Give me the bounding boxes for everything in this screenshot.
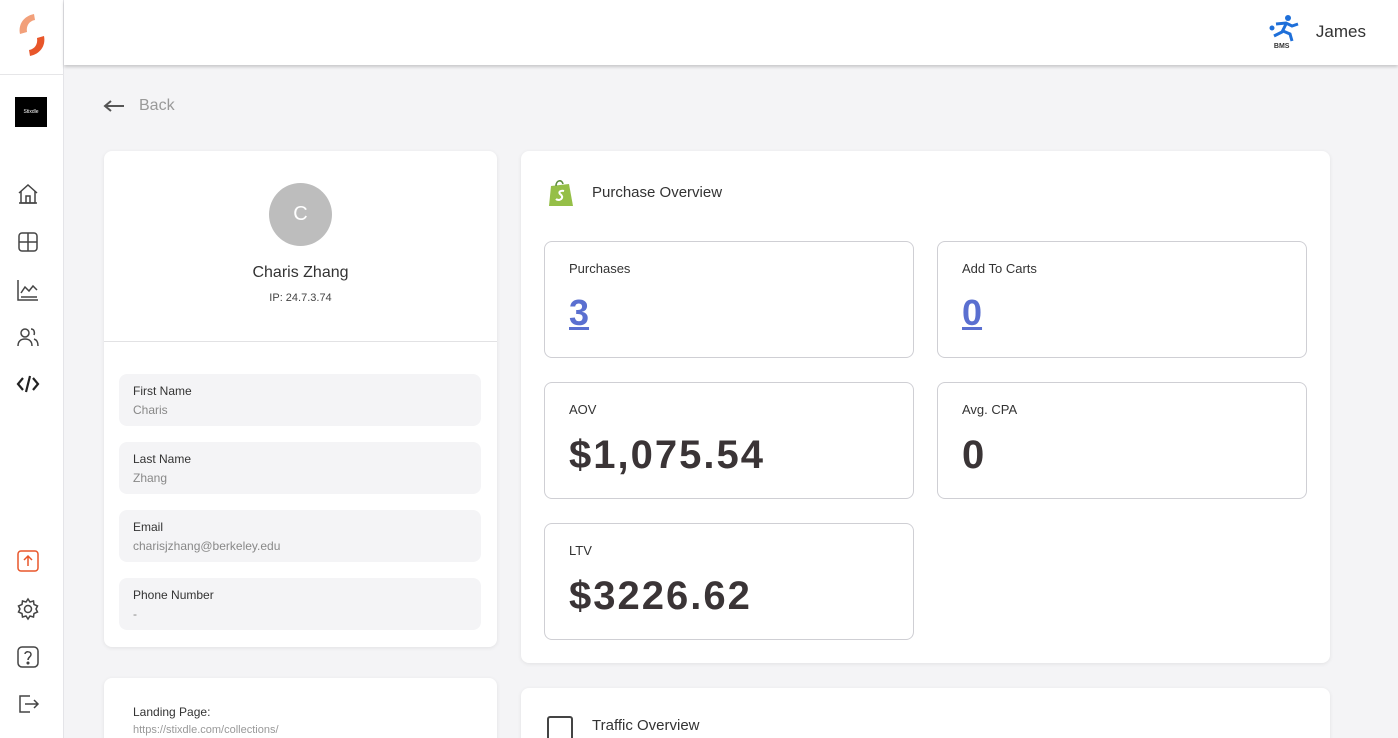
- profile-card: C Charis Zhang IP: 24.7.3.74 First Name …: [104, 151, 497, 647]
- field-label: Email: [133, 520, 164, 534]
- runner-icon: [1269, 15, 1299, 42]
- profile-name: Charis Zhang: [252, 264, 349, 281]
- user-logo-text: BMS: [1273, 43, 1290, 50]
- back-label: Back: [139, 97, 175, 114]
- user-menu[interactable]: BMS James: [1268, 14, 1366, 50]
- landing-page-card: Landing Page: https://stixdle.com/collec…: [104, 678, 497, 738]
- metric-label: LTV: [569, 543, 592, 558]
- avg-cpa-metric: Avg. CPA 0: [937, 382, 1307, 499]
- user-name[interactable]: James: [1316, 22, 1366, 42]
- traffic-overview-title: Traffic Overview: [592, 717, 700, 734]
- field-label: Phone Number: [133, 588, 214, 602]
- field-value: -: [133, 607, 137, 621]
- top-bar: BMS James: [64, 0, 1398, 65]
- arrow-left-icon: [103, 100, 124, 112]
- shopify-icon: [549, 180, 573, 206]
- metric-value: $3226.62: [569, 574, 752, 618]
- sidebar-divider: [0, 74, 64, 75]
- grid-icon[interactable]: [16, 230, 40, 254]
- email-field[interactable]: Email charisjzhang@berkeley.edu: [119, 510, 481, 562]
- traffic-overview-card: Traffic Overview: [521, 688, 1330, 738]
- metric-label: Purchases: [569, 261, 631, 276]
- chart-icon[interactable]: [16, 278, 40, 302]
- metric-value: $1,075.54: [569, 433, 765, 477]
- metric-label: Add To Carts: [962, 261, 1037, 276]
- upload-icon[interactable]: [16, 549, 40, 573]
- field-value: Charis: [133, 403, 168, 417]
- app-logo[interactable]: [14, 12, 50, 58]
- users-icon[interactable]: [16, 325, 40, 349]
- sidebar: Stixdle: [0, 0, 64, 738]
- purchases-metric: Purchases 3: [544, 241, 914, 358]
- profile-divider: [104, 341, 497, 342]
- metric-label: AOV: [569, 402, 597, 417]
- user-logo: BMS: [1268, 14, 1302, 50]
- brand-thumbnail-label: Stixdle: [23, 109, 39, 115]
- add-to-carts-link[interactable]: 0: [962, 292, 982, 334]
- ltv-metric: LTV $3226.62: [544, 523, 914, 640]
- add-to-carts-metric: Add To Carts 0: [937, 241, 1307, 358]
- traffic-icon: [547, 716, 573, 738]
- purchase-overview-card: Purchase Overview Purchases 3 Add To Car…: [521, 151, 1330, 663]
- metric-value: 0: [962, 433, 987, 477]
- last-name-field[interactable]: Last Name Zhang: [119, 442, 481, 494]
- phone-number-field[interactable]: Phone Number -: [119, 578, 481, 630]
- brand-thumbnail[interactable]: Stixdle: [15, 97, 47, 127]
- avatar: C: [269, 183, 332, 246]
- landing-page-label: Landing Page:: [133, 705, 211, 719]
- help-icon[interactable]: [16, 645, 40, 669]
- field-label: Last Name: [133, 452, 192, 466]
- field-label: First Name: [133, 384, 192, 398]
- aov-metric: AOV $1,075.54: [544, 382, 914, 499]
- code-icon[interactable]: [16, 372, 40, 396]
- metric-label: Avg. CPA: [962, 402, 1018, 417]
- profile-ip: IP: 24.7.3.74: [269, 292, 332, 304]
- back-button[interactable]: Back: [103, 97, 175, 115]
- logout-icon[interactable]: [16, 692, 40, 716]
- purchase-overview-title: Purchase Overview: [592, 184, 723, 201]
- first-name-field[interactable]: First Name Charis: [119, 374, 481, 426]
- field-value: charisjzhang@berkeley.edu: [133, 539, 281, 553]
- settings-icon[interactable]: [16, 597, 40, 621]
- field-value: Zhang: [133, 471, 168, 485]
- landing-page-url[interactable]: https://stixdle.com/collections/: [133, 724, 279, 736]
- purchases-link[interactable]: 3: [569, 292, 589, 334]
- home-icon[interactable]: [16, 182, 40, 206]
